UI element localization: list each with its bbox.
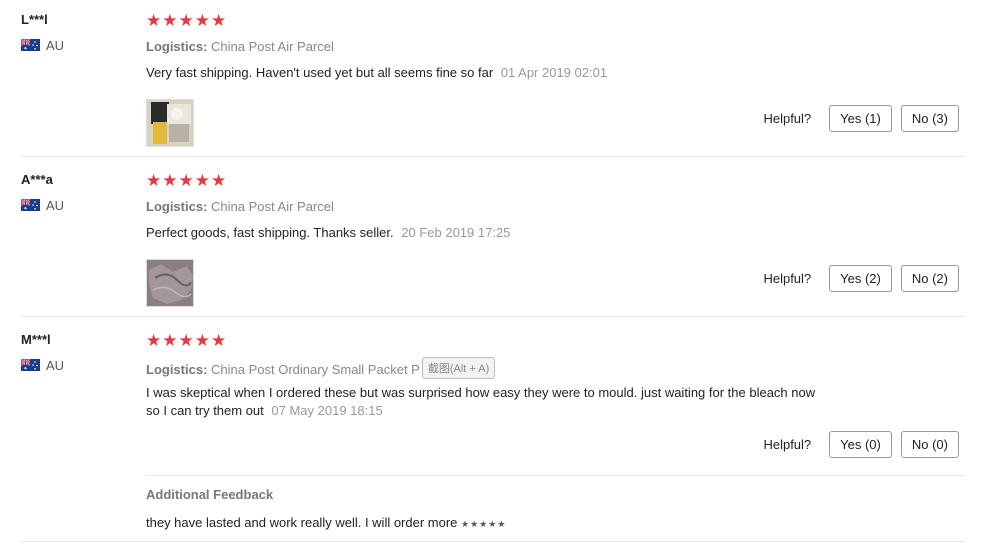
australia-flag-icon [21, 199, 40, 211]
star-icon: ★ [162, 11, 178, 30]
star-icon: ★ [194, 11, 210, 30]
review-body: Perfect goods, fast shipping. Thanks sel… [146, 225, 394, 240]
review-divider [21, 156, 965, 157]
review-text: Perfect goods, fast shipping. Thanks sel… [146, 224, 866, 242]
additional-feedback-stars: ★★★★★ [461, 519, 507, 529]
review-divider [21, 541, 965, 542]
review-body-line2: so I can try them out [146, 403, 264, 418]
helpful-yes-button[interactable]: Yes (0) [829, 431, 892, 458]
star-icon: ★ [146, 171, 162, 190]
country: AU [21, 37, 64, 53]
logistics: Logistics: China Post Air Parcel [146, 39, 334, 54]
logistics-value: China Post Air Parcel [211, 39, 334, 54]
logistics-label: Logistics: [146, 39, 208, 54]
star-icon: ★ [162, 331, 178, 350]
country-code: AU [46, 197, 65, 213]
star-icon: ★ [211, 171, 227, 190]
country: AU [21, 197, 64, 213]
country-code: AU [46, 357, 65, 373]
helpful-no-button[interactable]: No (0) [900, 431, 959, 458]
logistics: Logistics: China Post Ordinary Small Pac… [146, 357, 496, 381]
star-icon: ★ [146, 331, 162, 350]
reviewer-name: A***a [21, 172, 53, 187]
reviewer-name: L***l [21, 12, 48, 27]
helpful-label: Helpful? [763, 111, 812, 126]
star-icon: ★ [211, 331, 227, 350]
review-text: I was skeptical when I ordered these but… [146, 384, 866, 420]
country-code: AU [46, 37, 65, 53]
helpful-yes-button[interactable]: Yes (2) [829, 265, 892, 292]
logistics: Logistics: China Post Air Parcel [146, 199, 334, 214]
star-icon: ★ [194, 171, 210, 190]
review-divider [21, 316, 965, 317]
helpful-controls: Helpful? Yes (2) No (2) [763, 265, 959, 292]
review-date: 20 Feb 2019 17:25 [401, 225, 511, 240]
star-icon: ★ [194, 331, 210, 350]
logistics-label: Logistics: [146, 362, 208, 377]
logistics-value: China Post Ordinary Small Packet P [211, 362, 420, 377]
additional-feedback-divider [146, 475, 965, 476]
review-text: Very fast shipping. Haven't used yet but… [146, 64, 866, 82]
helpful-yes-button[interactable]: Yes (1) [829, 105, 892, 132]
star-icon: ★ [178, 11, 194, 30]
star-icon: ★ [178, 171, 194, 190]
additional-feedback-body: they have lasted and work really well. I… [146, 515, 458, 530]
screenshot-tooltip: 截图(Alt + A) [421, 357, 496, 379]
helpful-controls: Helpful? Yes (0) No (0) [763, 431, 959, 458]
australia-flag-icon [21, 359, 40, 371]
helpful-label: Helpful? [763, 437, 812, 452]
review-photo-thumbnail[interactable] [146, 259, 194, 307]
star-rating: ★ ★ ★ ★ ★ [146, 172, 227, 190]
star-rating: ★ ★ ★ ★ ★ [146, 332, 227, 350]
australia-flag-icon [21, 39, 40, 51]
star-icon: ★ [162, 171, 178, 190]
star-icon: ★ [146, 11, 162, 30]
star-rating: ★ ★ ★ ★ ★ [146, 12, 227, 30]
review-date: 07 May 2019 18:15 [271, 403, 383, 418]
star-icon: ★ [178, 331, 194, 350]
review-date: 01 Apr 2019 02:01 [500, 65, 608, 80]
review-photo-thumbnail[interactable] [146, 99, 194, 147]
review-body-line1: I was skeptical when I ordered these but… [146, 385, 816, 400]
helpful-no-button[interactable]: No (3) [900, 105, 959, 132]
additional-feedback-text: they have lasted and work really well. I… [146, 515, 506, 530]
reviewer-name: M***l [21, 332, 51, 347]
country: AU [21, 357, 64, 373]
helpful-label: Helpful? [763, 271, 812, 286]
logistics-value: China Post Air Parcel [211, 199, 334, 214]
logistics-label: Logistics: [146, 199, 208, 214]
review-body: Very fast shipping. Haven't used yet but… [146, 65, 494, 80]
additional-feedback-title: Additional Feedback [146, 487, 274, 502]
star-icon: ★ [211, 11, 227, 30]
helpful-controls: Helpful? Yes (1) No (3) [763, 105, 959, 132]
helpful-no-button[interactable]: No (2) [900, 265, 959, 292]
